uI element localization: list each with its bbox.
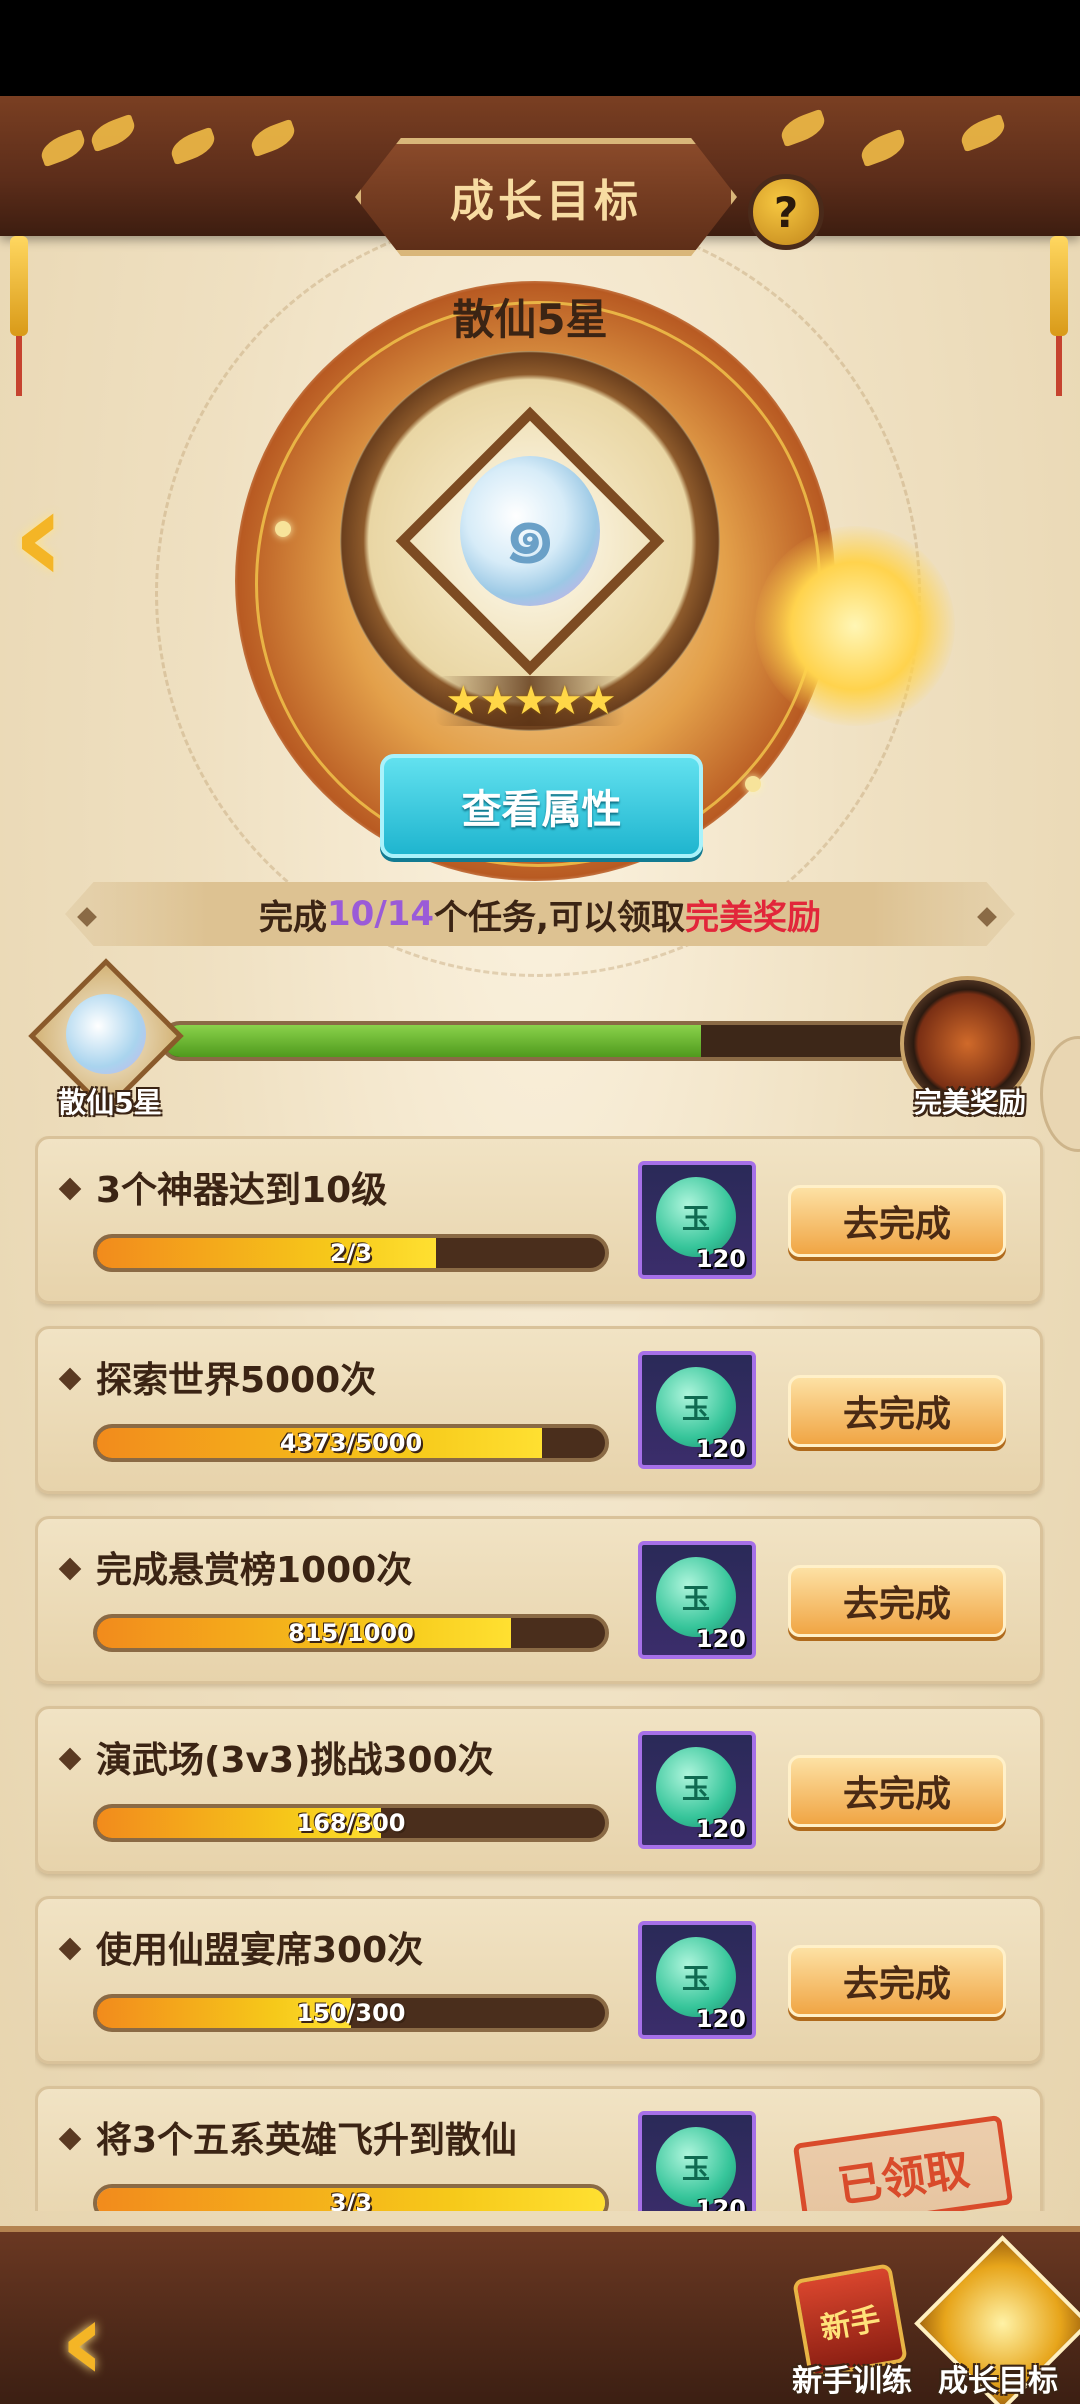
rank-title: 散仙5星 xyxy=(452,295,608,344)
bullet-icon xyxy=(58,2127,82,2151)
claimed-stamp: 已领取 xyxy=(792,2114,1014,2211)
task-progress-text: 150/300 xyxy=(296,1999,406,2027)
task-progress-text: 3/3 xyxy=(329,2189,373,2211)
task-card: 3个神器达到10级 2/3 玉 120 去完成 xyxy=(35,1136,1043,1304)
jade-reward[interactable]: 玉 120 xyxy=(638,1541,756,1659)
jade-reward[interactable]: 玉 120 xyxy=(638,1731,756,1849)
reward-count: 120 xyxy=(695,2005,746,2033)
bullet-icon xyxy=(58,1177,82,1201)
novice-training-label[interactable]: 新手训练 xyxy=(792,2356,912,2400)
glow-orb xyxy=(755,526,955,726)
task-progress-text: 168/300 xyxy=(296,1809,406,1837)
task-card: 将3个五系英雄飞升到散仙 3/3 玉 120 已领取 xyxy=(35,2086,1043,2211)
star-rating: ★★★★★ xyxy=(435,676,625,726)
task-title: 3个神器达到10级 xyxy=(96,1170,388,1211)
lantern-icon xyxy=(10,236,28,396)
task-progress-bar: 150/300 xyxy=(93,1994,609,2032)
task-progress-text: 2/3 xyxy=(329,1239,373,1267)
reward-count: 120 xyxy=(695,1245,746,1273)
bullet-icon xyxy=(58,1367,82,1391)
overall-progress-fill xyxy=(164,1025,701,1057)
task-title: 使用仙盟宴席300次 xyxy=(96,1930,424,1971)
go-complete-button[interactable]: 去完成 xyxy=(788,1755,1006,1827)
task-card: 完成悬赏榜1000次 815/1000 玉 120 去完成 xyxy=(35,1516,1043,1684)
bottom-bar xyxy=(0,2226,1080,2404)
jade-reward[interactable]: 玉 120 xyxy=(638,1921,756,2039)
cloud-spirit-icon xyxy=(66,994,146,1074)
banner-reward: 完美奖励 xyxy=(684,897,821,938)
task-title: 将3个五系英雄飞升到散仙 xyxy=(96,2120,518,2161)
task-progress-bar: 2/3 xyxy=(93,1234,609,1272)
task-progress-text: 4373/5000 xyxy=(279,1429,423,1457)
task-card: 使用仙盟宴席300次 150/300 玉 120 去完成 xyxy=(35,1896,1043,2064)
side-tab[interactable] xyxy=(1040,1036,1080,1152)
task-progress-bar: 815/1000 xyxy=(93,1614,609,1652)
orbit-dot xyxy=(745,776,761,792)
current-rank-label: 散仙5星 xyxy=(58,1086,162,1119)
reward-count: 120 xyxy=(695,1815,746,1843)
task-progress-bar: 3/3 xyxy=(93,2184,609,2211)
task-list[interactable]: 3个神器达到10级 2/3 玉 120 去完成 探索世界5000次 4373/5000 玉 12… xyxy=(35,1136,1045,2211)
orbit-dot xyxy=(275,521,291,537)
overall-progress-bar xyxy=(160,1021,920,1061)
task-title: 完成悬赏榜1000次 xyxy=(96,1550,413,1591)
perfect-reward-label: 完美奖励 xyxy=(913,1086,1026,1119)
banner-prefix: 完成 xyxy=(259,897,328,938)
lantern-icon xyxy=(1050,236,1068,396)
task-card: 探索世界5000次 4373/5000 玉 120 去完成 xyxy=(35,1326,1043,1494)
bullet-icon xyxy=(58,1937,82,1961)
bullet-icon xyxy=(58,1557,82,1581)
task-summary-banner: 完成 10/14 个任务,可以领取 完美奖励 xyxy=(65,882,1015,946)
jade-reward[interactable]: 玉 120 xyxy=(638,2111,756,2211)
jade-reward[interactable]: 玉 120 xyxy=(638,1351,756,1469)
back-arrow-icon[interactable]: ‹ xyxy=(60,2286,105,2396)
banner-middle: 个任务,可以领取 xyxy=(434,897,685,938)
rank-emblem: ๑ ★★★★★ xyxy=(340,351,720,731)
jade-reward[interactable]: 玉 120 xyxy=(638,1161,756,1279)
go-complete-button[interactable]: 去完成 xyxy=(788,1375,1006,1447)
reward-count: 120 xyxy=(695,2195,746,2211)
task-progress-bar: 168/300 xyxy=(93,1804,609,1842)
growth-goal-label[interactable]: 成长目标 xyxy=(938,2356,1058,2400)
reward-count: 120 xyxy=(695,1435,746,1463)
banner-progress: 10/14 xyxy=(327,894,435,934)
view-attributes-button[interactable]: 查看属性 xyxy=(380,754,703,858)
status-bar xyxy=(0,0,1080,96)
help-button[interactable]: ? xyxy=(748,174,824,250)
task-card: 演武场(3v3)挑战300次 168/300 玉 120 去完成 xyxy=(35,1706,1043,1874)
go-complete-button[interactable]: 去完成 xyxy=(788,1945,1006,2017)
reward-count: 120 xyxy=(695,1625,746,1653)
bullet-icon xyxy=(58,1747,82,1771)
page-title: 成长目标 xyxy=(450,176,642,227)
growth-goal-screen: 成长目标 ? 散仙5星 ๑ ★★★★★ ‹ 查看属性 完成 10/14 个任务,可以… xyxy=(0,96,1080,2404)
title-plaque: 成长目标 xyxy=(355,138,737,256)
cloud-spirit-icon: ๑ xyxy=(460,456,600,606)
go-complete-button[interactable]: 去完成 xyxy=(788,1565,1006,1637)
previous-rank-arrow-icon[interactable]: ‹ xyxy=(12,471,112,601)
task-title: 探索世界5000次 xyxy=(96,1360,377,1401)
task-title: 演武场(3v3)挑战300次 xyxy=(96,1740,494,1781)
task-progress-bar: 4373/5000 xyxy=(93,1424,609,1462)
go-complete-button[interactable]: 去完成 xyxy=(788,1185,1006,1257)
task-progress-text: 815/1000 xyxy=(288,1619,414,1647)
